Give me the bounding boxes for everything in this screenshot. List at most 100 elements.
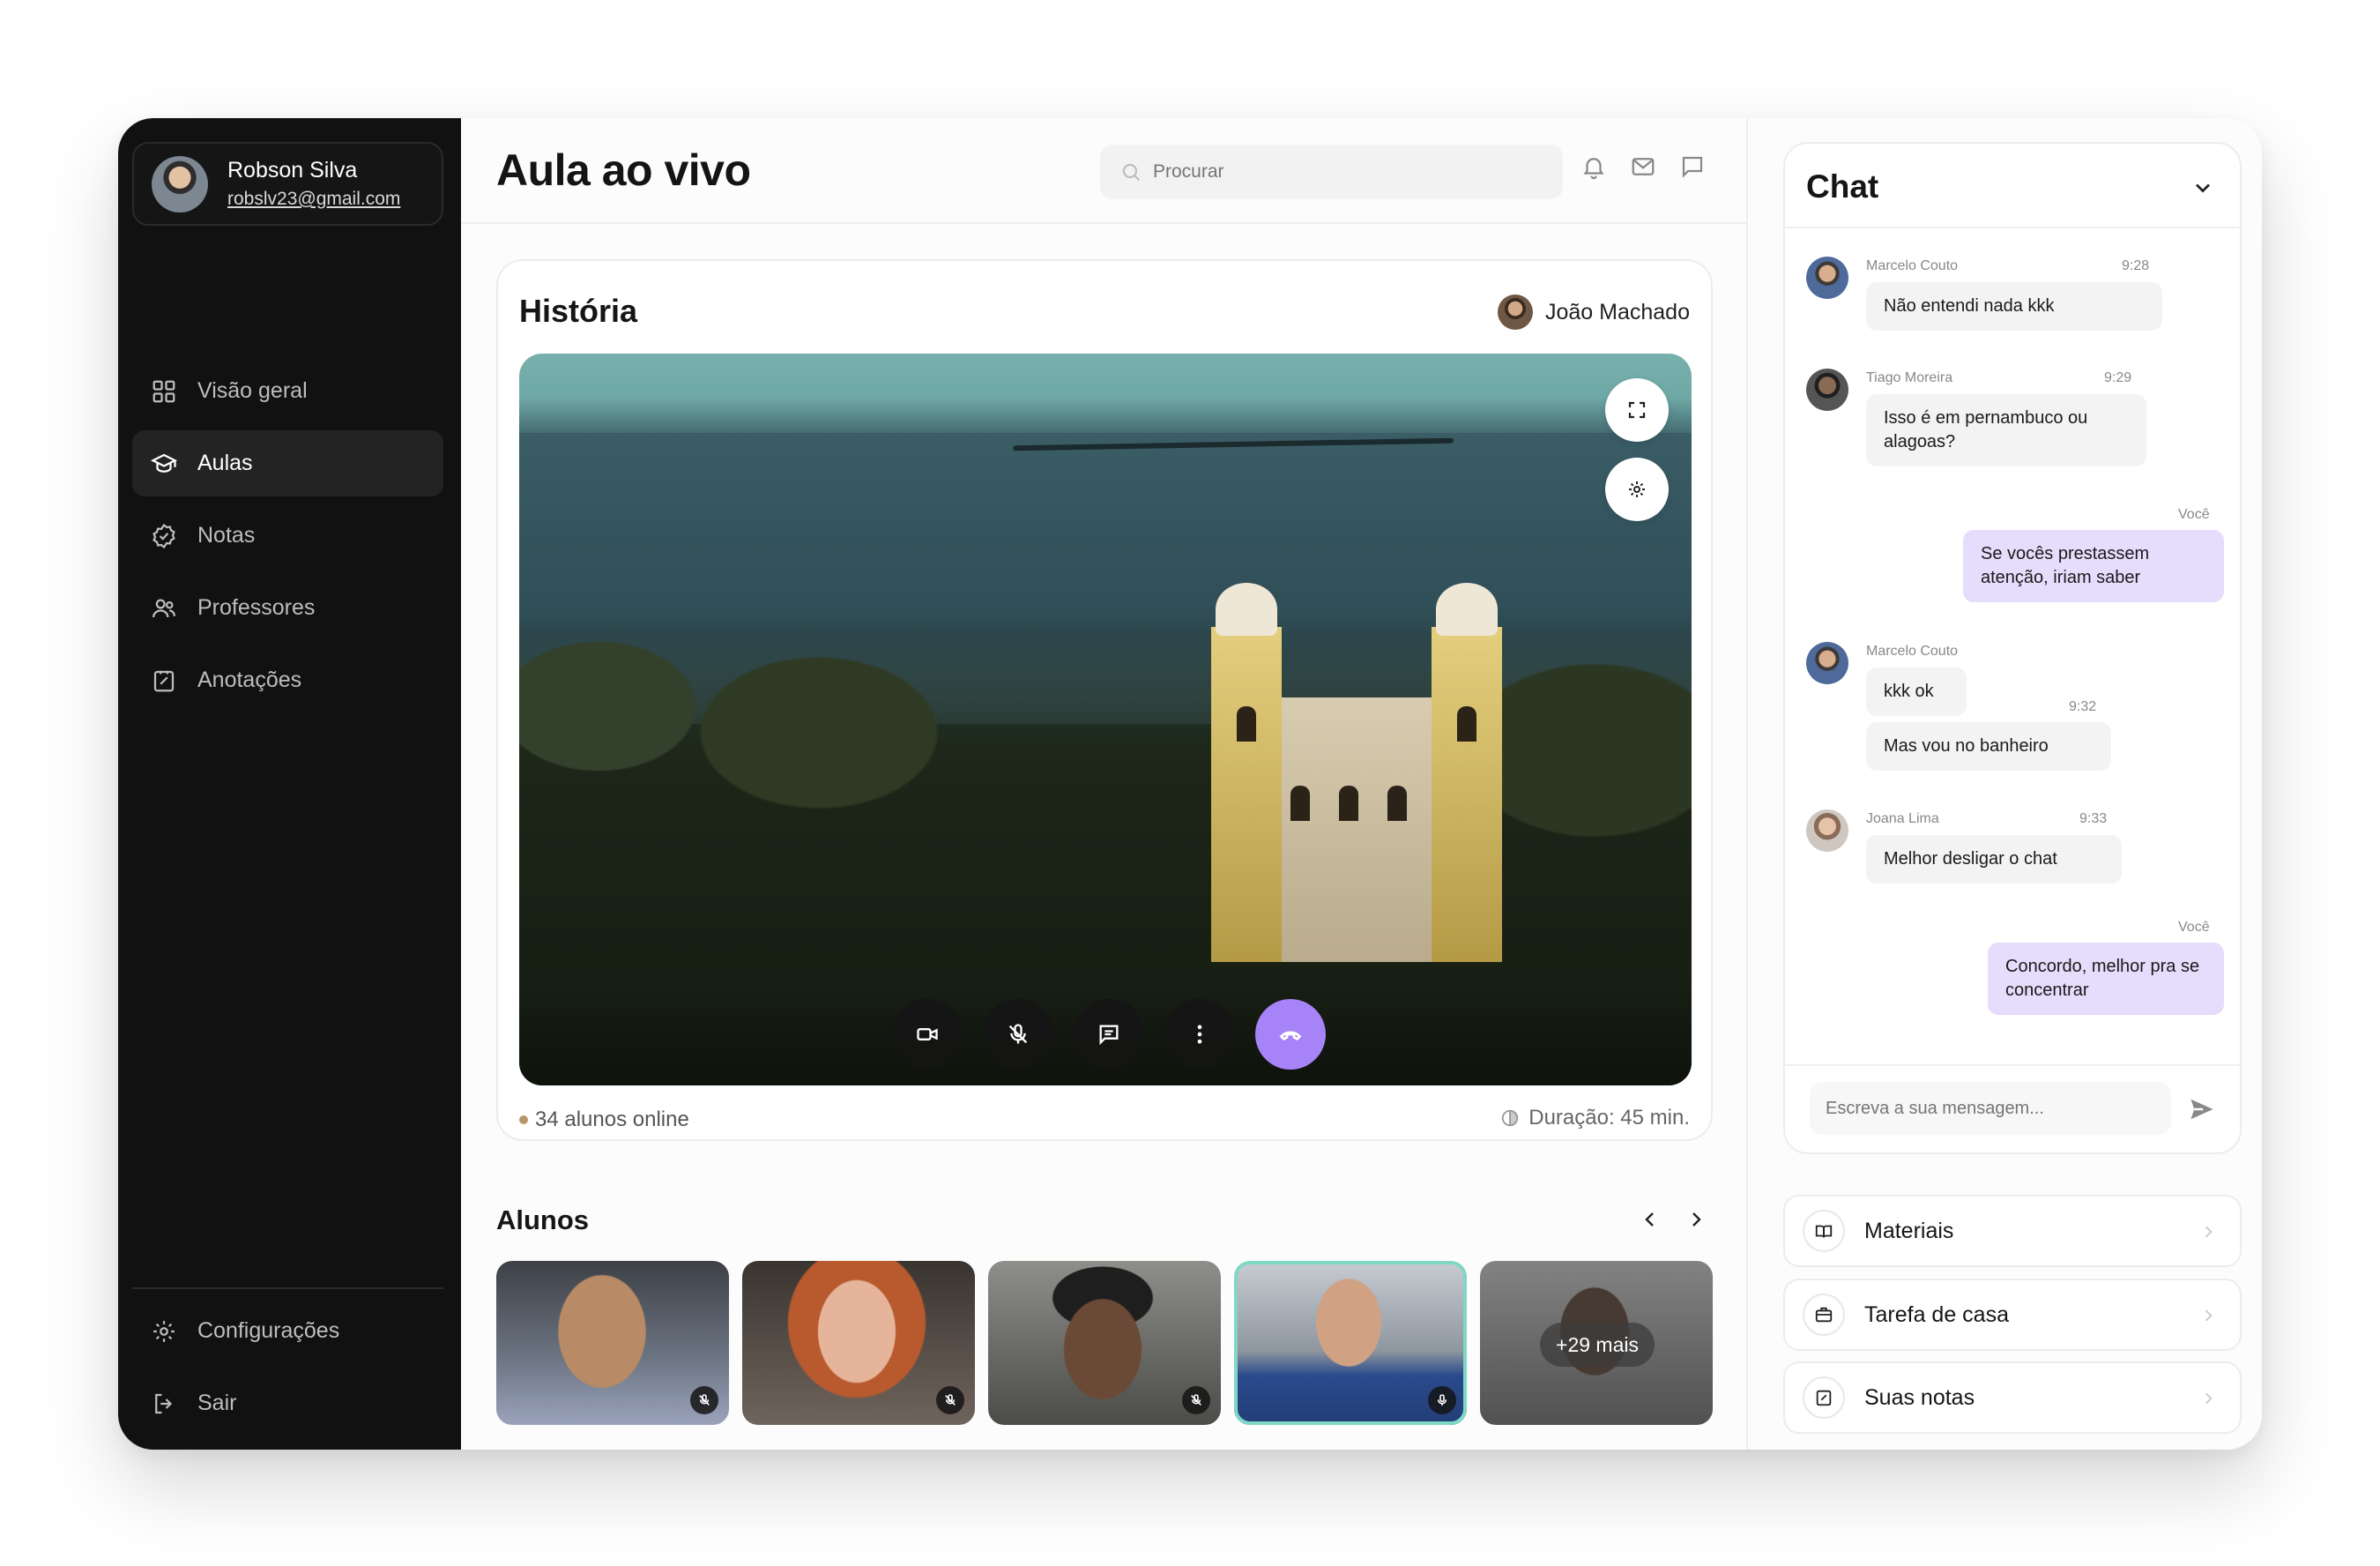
message-time: 9:28 bbox=[2122, 258, 2150, 273]
sidebar-bottom: Configurações Sair bbox=[132, 1298, 443, 1443]
online-status: 34 alunos online bbox=[519, 1107, 689, 1132]
mute-button[interactable] bbox=[983, 999, 1053, 1070]
app-window: Robson Silva robslv23@gmail.com Visão ge… bbox=[118, 118, 2262, 1450]
chevron-down-icon[interactable] bbox=[2190, 175, 2215, 200]
student-tile[interactable] bbox=[742, 1261, 975, 1425]
top-icons bbox=[1579, 152, 1707, 182]
students-title: Alunos bbox=[496, 1204, 590, 1235]
message-bubble: kkk ok bbox=[1866, 667, 1967, 716]
badge-check-icon bbox=[150, 522, 178, 550]
sidebar-item-visao-geral[interactable]: Visão geral bbox=[132, 358, 443, 424]
student-tile[interactable] bbox=[988, 1261, 1221, 1425]
chat-message-input[interactable] bbox=[1826, 1098, 2161, 1119]
end-call-button[interactable] bbox=[1255, 999, 1326, 1070]
sidebar-item-anotacoes[interactable]: Anotações bbox=[132, 647, 443, 713]
message-bubble: Isso é em pernambuco ou alagoas? bbox=[1866, 394, 2146, 466]
message-bubble-own: Concordo, melhor pra se concentrar bbox=[1988, 943, 2224, 1015]
mic-icon bbox=[1428, 1386, 1456, 1414]
student-tile-more[interactable]: +29 mais bbox=[1480, 1261, 1713, 1425]
action-label: Suas notas bbox=[1864, 1384, 1975, 1410]
sidebar-item-professores[interactable]: Professores bbox=[132, 575, 443, 641]
right-panel: Chat Marcelo Couto 9:28 Não entendi nada… bbox=[1748, 118, 2262, 1450]
student-tile[interactable] bbox=[496, 1261, 729, 1425]
sidebar-item-configuracoes[interactable]: Configurações bbox=[132, 1298, 443, 1364]
book-icon bbox=[1803, 1210, 1845, 1252]
student-tile-active[interactable] bbox=[1234, 1261, 1467, 1425]
note-edit-icon bbox=[1803, 1376, 1845, 1419]
profile-card[interactable]: Robson Silva robslv23@gmail.com bbox=[132, 142, 443, 226]
chevron-right-icon bbox=[2205, 1226, 2213, 1238]
sidebar-item-label: Anotações bbox=[197, 667, 302, 692]
send-icon[interactable] bbox=[2187, 1096, 2217, 1122]
sidebar-item-aulas[interactable]: Aulas bbox=[132, 430, 443, 496]
teacher-name: João Machado bbox=[1544, 299, 1690, 324]
message-author: Marcelo Couto bbox=[1866, 258, 1959, 273]
clock-icon bbox=[1502, 1109, 1519, 1127]
chevron-right-icon bbox=[2205, 1392, 2213, 1405]
chat-title: Chat bbox=[1806, 168, 1879, 205]
page-title: Aula ao vivo bbox=[496, 145, 751, 195]
top-bar: Aula ao vivo bbox=[461, 118, 1746, 224]
chat-toggle-button[interactable] bbox=[1074, 999, 1144, 1070]
action-label: Tarefa de casa bbox=[1864, 1301, 2009, 1327]
video-stream[interactable] bbox=[519, 354, 1692, 1085]
avatar bbox=[152, 155, 208, 213]
chat-icon bbox=[1099, 1025, 1119, 1046]
avatar bbox=[1497, 295, 1533, 330]
sidebar: Robson Silva robslv23@gmail.com Visão ge… bbox=[118, 118, 461, 1450]
message-author: Você bbox=[2178, 507, 2210, 522]
search-box[interactable] bbox=[1100, 145, 1563, 199]
sidebar-item-sair[interactable]: Sair bbox=[132, 1370, 443, 1436]
fullscreen-icon bbox=[1628, 401, 1646, 419]
message-bubble: Mas vou no banheiro bbox=[1866, 722, 2111, 771]
message-bubble-own: Se vocês prestassem atenção, iriam saber bbox=[1963, 530, 2224, 602]
chat-input-box[interactable] bbox=[1810, 1082, 2171, 1135]
users-icon bbox=[150, 594, 178, 623]
search-icon bbox=[1122, 163, 1140, 181]
chevron-right-icon bbox=[2205, 1309, 2213, 1322]
chat-panel: Chat Marcelo Couto 9:28 Não entendi nada… bbox=[1783, 142, 2242, 1154]
search-input[interactable] bbox=[1153, 161, 1523, 183]
action-label: Materiais bbox=[1864, 1218, 1954, 1243]
profile-email[interactable]: robslv23@gmail.com bbox=[227, 189, 400, 210]
message-author: Marcelo Couto bbox=[1866, 644, 1959, 659]
teacher-info: João Machado bbox=[1497, 295, 1690, 330]
class-duration: Duração: 45 min. bbox=[1500, 1106, 1690, 1130]
materiais-button[interactable]: Materiais bbox=[1783, 1195, 2242, 1267]
video-settings-button[interactable] bbox=[1605, 458, 1669, 521]
avatar bbox=[1806, 809, 1848, 852]
bell-icon[interactable] bbox=[1579, 152, 1609, 182]
message-author: Tiago Moreira bbox=[1866, 370, 1953, 385]
status-dot bbox=[519, 1115, 528, 1124]
camera-toggle-button[interactable] bbox=[892, 999, 963, 1070]
mail-icon[interactable] bbox=[1628, 152, 1658, 182]
main-content: Aula ao vivo História João bbox=[461, 118, 1748, 1450]
message-author: Você bbox=[2178, 920, 2210, 935]
graduation-cap-icon bbox=[150, 450, 178, 478]
avatar bbox=[1806, 257, 1848, 299]
grid-icon bbox=[150, 377, 178, 406]
call-controls bbox=[519, 980, 1692, 1085]
video-scene-church bbox=[1176, 574, 1520, 962]
sidebar-item-label: Aulas bbox=[197, 451, 253, 475]
mic-off-icon bbox=[936, 1386, 964, 1414]
message-bubble: Melhor desligar o chat bbox=[1866, 835, 2122, 884]
class-subject: História bbox=[519, 293, 638, 329]
fullscreen-button[interactable] bbox=[1605, 378, 1669, 442]
sidebar-item-label: Notas bbox=[197, 523, 256, 548]
duration-text: Duração: 45 min. bbox=[1528, 1106, 1690, 1130]
chat-header[interactable]: Chat bbox=[1785, 144, 2240, 228]
students-list: +29 mais bbox=[496, 1261, 1713, 1425]
live-class-card: História João Machado 34 alunos online D… bbox=[496, 259, 1713, 1141]
note-edit-icon bbox=[150, 667, 178, 695]
suas-notas-button[interactable]: Suas notas bbox=[1783, 1361, 2242, 1434]
chevron-left-icon[interactable] bbox=[1637, 1206, 1663, 1233]
chat-bubble-icon[interactable] bbox=[1677, 152, 1707, 182]
mic-off-icon bbox=[1182, 1386, 1210, 1414]
chevron-right-icon[interactable] bbox=[1683, 1206, 1709, 1233]
tarefa-de-casa-button[interactable]: Tarefa de casa bbox=[1783, 1279, 2242, 1351]
more-options-button[interactable] bbox=[1164, 999, 1235, 1070]
divider bbox=[1785, 1064, 2240, 1066]
sidebar-item-notas[interactable]: Notas bbox=[132, 503, 443, 569]
sidebar-item-label: Visão geral bbox=[197, 378, 308, 403]
